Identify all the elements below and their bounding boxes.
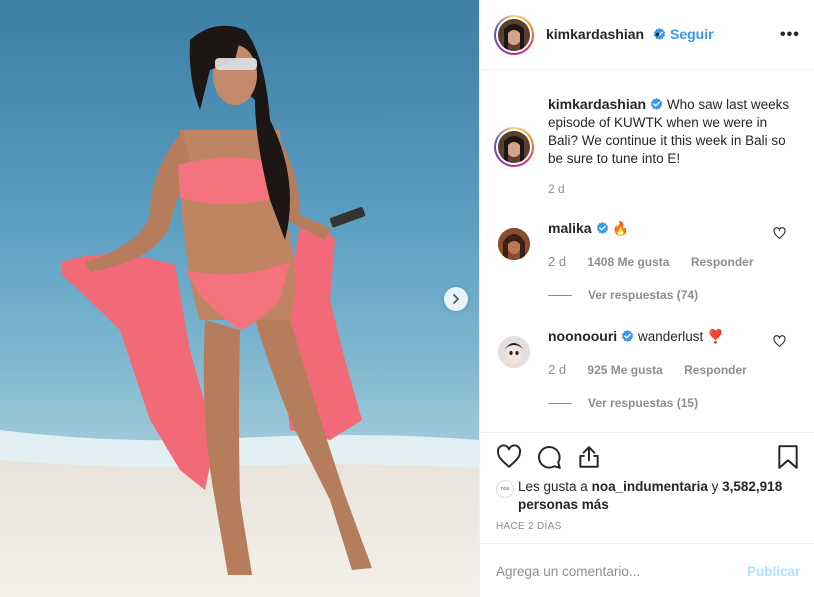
- share-icon[interactable]: [576, 444, 602, 470]
- comment-like-heart-icon[interactable]: [773, 227, 786, 240]
- view-replies-button[interactable]: Ver respuestas (15): [548, 396, 698, 410]
- likes-connector: y: [711, 479, 719, 494]
- post-timestamp[interactable]: HACE 2 DÍAS: [496, 521, 562, 532]
- comment-username[interactable]: malika: [548, 220, 592, 236]
- publish-button[interactable]: Publicar: [747, 564, 800, 579]
- author-username[interactable]: kimkardashian: [546, 26, 644, 42]
- add-comment-bar: Publicar: [480, 543, 814, 597]
- caption-time[interactable]: 2 d: [548, 182, 565, 196]
- post-side-panel: kimkardashian • Seguir ••• kimkardashian: [479, 0, 814, 597]
- post-photo[interactable]: [0, 0, 479, 597]
- verified-badge-icon: [622, 330, 634, 342]
- likes-prefix: Les gusta a: [518, 479, 588, 494]
- bookmark-icon[interactable]: [776, 444, 800, 470]
- comment-likes-count[interactable]: 925 Me gusta: [587, 363, 662, 377]
- verified-badge-icon: [650, 98, 663, 110]
- view-replies-button[interactable]: Ver respuestas (74): [548, 288, 698, 302]
- caption-author-avatar[interactable]: [494, 127, 534, 167]
- comment-malika: malika 🔥: [548, 219, 778, 238]
- comment-meta: 2 d 925 Me gusta Responder: [548, 362, 765, 377]
- caption-author-username[interactable]: kimkardashian: [548, 96, 646, 112]
- likes-summary: noa Les gusta a noa_indumentaria y 3,582…: [496, 478, 796, 514]
- verified-badge-icon: [596, 222, 608, 234]
- comment-bubble-icon[interactable]: [536, 444, 562, 470]
- comment-text: wanderlust ❣️: [637, 329, 724, 344]
- author-avatar[interactable]: [494, 15, 534, 55]
- comment-like-heart-icon[interactable]: [773, 335, 786, 348]
- view-replies-label: Ver respuestas (74): [588, 288, 699, 302]
- next-photo-button[interactable]: [444, 287, 468, 311]
- comment-text: 🔥: [612, 221, 630, 236]
- follow-button[interactable]: Seguir: [670, 26, 714, 42]
- post-actions: noa Les gusta a noa_indumentaria y 3,582…: [480, 432, 814, 542]
- more-dots-icon[interactable]: •••: [780, 26, 800, 44]
- comment-username[interactable]: noonoouri: [548, 328, 617, 344]
- author-name-row: kimkardashian: [546, 26, 666, 44]
- comments-list[interactable]: kimkardashian Who saw last weeks episode…: [480, 71, 814, 431]
- reply-button[interactable]: Responder: [684, 363, 747, 377]
- beach-photo: [0, 0, 479, 597]
- comment-time[interactable]: 2 d: [548, 254, 566, 269]
- liker-avatar[interactable]: noa: [496, 480, 514, 498]
- post-caption: kimkardashian Who saw last weeks episode…: [548, 95, 798, 168]
- dot-separator: •: [655, 26, 660, 42]
- liker-username[interactable]: noa_indumentaria: [592, 479, 708, 494]
- heart-icon[interactable]: [496, 444, 522, 470]
- view-replies-label: Ver respuestas (15): [588, 396, 699, 410]
- comment-meta: 2 d 1408 Me gusta Responder: [548, 254, 772, 269]
- comment-time[interactable]: 2 d: [548, 362, 566, 377]
- chevron-right-icon: [453, 294, 459, 304]
- reply-button[interactable]: Responder: [691, 255, 754, 269]
- comment-input[interactable]: [496, 561, 726, 581]
- comment-avatar-malika[interactable]: [498, 228, 530, 260]
- comment-noonoouri: noonoouri wanderlust ❣️: [548, 327, 778, 346]
- comment-avatar-noonoouri[interactable]: [498, 336, 530, 368]
- comment-likes-count[interactable]: 1408 Me gusta: [587, 255, 669, 269]
- post-header: kimkardashian • Seguir •••: [480, 0, 814, 70]
